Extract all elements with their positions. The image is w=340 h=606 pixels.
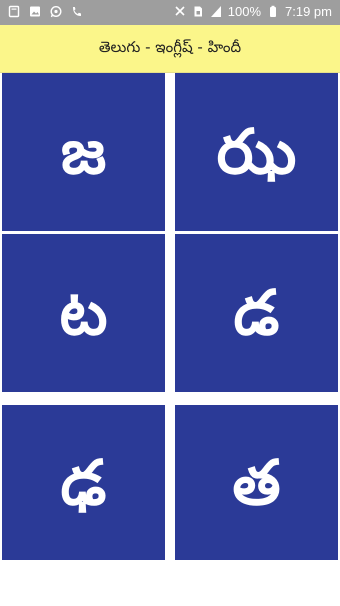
phone-icon [71, 5, 83, 18]
letter-tile[interactable]: త [175, 405, 338, 560]
notification-icon [8, 5, 20, 18]
letter-label: ఝ [216, 115, 297, 188]
image-icon [29, 5, 41, 18]
header-title: తెలుగు - ఇంగ్లీష్ - హిందీ [98, 37, 242, 56]
letter-label: జ [60, 115, 107, 188]
letter-tile[interactable]: ఢ [2, 405, 165, 560]
letter-label: ఢ [60, 445, 107, 519]
app-header: తెలుగు - ఇంగ్లీష్ - హిందీ [0, 25, 340, 73]
letter-label: త [232, 445, 281, 519]
signal-icon [210, 5, 222, 18]
battery-percent: 100% [227, 4, 262, 19]
letter-label: ట [59, 276, 108, 349]
letter-tile[interactable]: డ [175, 234, 338, 392]
letter-tile[interactable]: జ [2, 73, 165, 231]
status-bar: 100% 7:19 pm [0, 0, 340, 25]
letter-label: డ [233, 276, 280, 349]
sim-icon [192, 5, 204, 18]
clock: 7:19 pm [285, 4, 332, 19]
mute-icon [174, 5, 186, 18]
letter-tile[interactable]: ఝ [175, 73, 338, 231]
whatsapp-icon [50, 5, 62, 18]
battery-icon [267, 5, 279, 18]
letter-tile[interactable]: ట [2, 234, 165, 392]
